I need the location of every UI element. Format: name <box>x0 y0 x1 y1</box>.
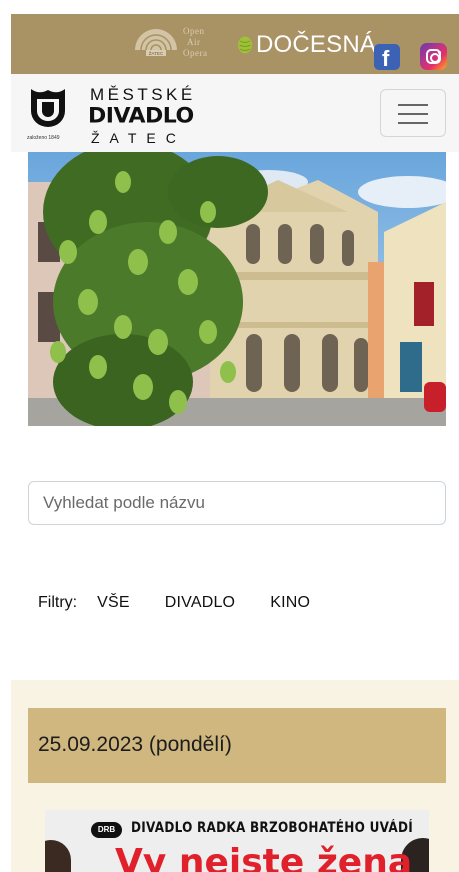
hop-icon <box>238 36 252 54</box>
docesna-label: DOČESNÁ <box>256 31 377 58</box>
hamburger-icon <box>398 104 428 106</box>
top-bar: ŽATEC Open Air Opera DOČESNÁ f <box>11 14 459 74</box>
filter-label: Filtry: <box>38 594 78 611</box>
oao-badge: ŽATEC <box>149 49 164 56</box>
filter-theatre-button[interactable]: DIVADLO <box>165 594 235 612</box>
event-date: 25.09.2023 (pondělí) <box>38 733 232 756</box>
poster-title: Vy nejste žena <box>115 842 413 872</box>
brand-zatec: ŽATEC <box>91 130 186 146</box>
drb-badge: DRB <box>91 822 122 838</box>
open-air-opera-link[interactable]: ŽATEC Open Air Opera <box>133 26 223 62</box>
docesna-link[interactable]: DOČESNÁ <box>237 31 376 59</box>
hero-image <box>28 152 446 426</box>
brand-divadlo: DIVADLO <box>88 104 194 129</box>
date-header: 25.09.2023 (pondělí) <box>28 708 446 783</box>
instagram-icon[interactable] <box>420 43 447 70</box>
theatre-shell-icon: ŽATEC <box>135 29 177 56</box>
open-air-opera-label: Open Air Opera <box>183 26 208 58</box>
theatre-logo-icon[interactable] <box>29 87 67 127</box>
event-poster[interactable]: DRB DIVADLO RADKA BRZOBOHATÉHO UVÁDÍ Vy … <box>45 810 429 872</box>
filter-cinema-button[interactable]: KINO <box>270 594 310 612</box>
menu-toggle-button[interactable] <box>380 89 446 137</box>
event-listing: 25.09.2023 (pondělí) DRB DIVADLO RADKA B… <box>11 680 459 872</box>
site-header: založeno 1849 MĚSTSKÉ DIVADLO ŽATEC <box>11 74 459 152</box>
brand-mestske: MĚSTSKÉ <box>90 85 196 104</box>
search-input[interactable] <box>28 481 446 525</box>
poster-presenter: DIVADLO RADKA BRZOBOHATÉHO UVÁDÍ <box>131 820 413 836</box>
filter-bar: Filtry: VŠE DIVADLO KINO <box>38 592 345 614</box>
facebook-icon[interactable]: f <box>374 44 400 71</box>
filter-all-button[interactable]: VŠE <box>97 594 130 612</box>
founded-note: založeno 1849 <box>27 135 60 141</box>
